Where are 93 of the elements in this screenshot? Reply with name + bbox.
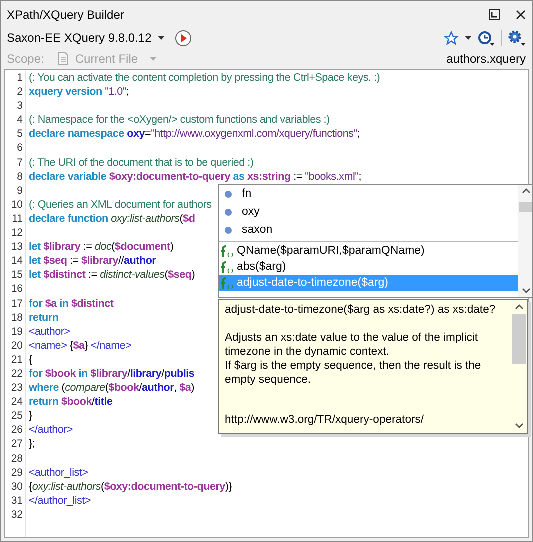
description-text: If $arg is the empty sequence, then the result is the empty sequence. [225,359,482,387]
line-number: 2 [16,85,24,100]
scroll-up-icon[interactable] [522,188,530,194]
code-line: xquery version "1.0"; [29,85,130,100]
function-icon [221,276,234,290]
function-icon [221,244,234,258]
document-icon [58,52,70,65]
line-number: 8 [16,170,24,184]
namespace-item[interactable]: saxon [219,221,518,239]
namespace-item[interactable]: fn [219,185,518,203]
function-item[interactable]: QName($paramURI,$paramQName) [219,243,518,259]
description-text: Adjusts an xs:date value to the value of the implicit timezone in the dynamic context. [225,331,480,359]
code-line: let $distinct := distinct-values($seq) [29,268,196,282]
line-number: 13 [10,240,24,254]
settings-icon[interactable] [508,30,526,46]
line-number: 30 [10,480,24,494]
function-signature: adjust-date-to-timezone($arg as xs:date?) as xs:date? [225,303,497,317]
namespace-item[interactable]: oxy [219,203,518,221]
line-number: 12 [10,226,24,240]
function-icon [221,260,234,274]
code-line: for $book in $library/library/publis [29,366,195,382]
line-number: 4 [16,113,24,128]
scroll-up-icon[interactable] [514,304,524,310]
line-number: 18 [10,310,24,325]
file-name: authors.xquery [446,52,526,66]
bullet-icon [225,190,232,198]
processor-dropdown[interactable]: Saxon-EE XQuery 9.8.0.12 [7,31,152,45]
code-line: (: The URI of the document that is to be queried :) [29,156,254,170]
close-button[interactable] [516,10,526,20]
code-line: <author> [29,324,70,339]
line-number: 9 [16,184,24,198]
scrollbar[interactable] [518,185,532,297]
caret-icon[interactable] [465,36,472,40]
code-line: </author_list> [29,494,91,508]
history-icon[interactable] [478,30,495,46]
line-number: 21 [10,352,24,367]
code-line: return [29,310,59,325]
code-line: where (compare($book/author, $a) [29,381,194,396]
line-number: 23 [10,381,24,396]
line-number: 27 [10,437,24,452]
line-number: 25 [10,409,24,424]
line-number: 10 [10,198,24,212]
scope-label: Scope: [7,52,44,66]
code-line: declare function oxy:list-authors($d [29,212,196,226]
window-title: XPath/XQuery Builder [7,8,124,22]
code-line: declare variable $oxy:document-to-query as xs:string := "books.xml"; [29,170,362,184]
line-number: 7 [16,156,24,170]
line-number: 22 [10,366,24,382]
line-number: 16 [10,282,24,296]
code-line: let $seq := $library//author [29,254,156,268]
line-number: 29 [10,466,24,480]
restore-button[interactable] [489,9,500,20]
scroll-down-icon[interactable] [522,288,530,294]
code-line: }; [29,437,36,452]
line-number: 26 [10,423,24,438]
scroll-down-icon[interactable] [514,423,524,429]
line-number: 32 [10,508,24,522]
line-number: 17 [10,296,24,311]
line-number: 1 [16,71,24,86]
line-number: 5 [16,127,24,142]
code-line: } [29,409,32,424]
code-editor[interactable] [4,69,529,538]
code-line: (: Namespace for the <oXygen/> custom functions and variables :) [29,113,330,128]
code-line: <author_list> [29,466,88,480]
function-item[interactable]: abs($arg) [219,259,518,275]
star-icon[interactable] [444,30,459,46]
line-number: 19 [10,324,24,339]
line-number: 11 [11,212,24,226]
line-number: 6 [16,141,24,156]
code-line: (: Queries an XML document for authors [29,198,212,212]
code-line: (: You can activate the content completion by pressing the Ctrl+Space keys. :) [29,71,380,86]
code-line: let $library := doc($document) [29,240,174,254]
line-number: 14 [10,254,24,268]
scrollbar-thumb[interactable] [519,202,532,212]
run-button[interactable] [174,30,192,46]
line-number: 3 [16,99,24,114]
line-number: 15 [10,268,24,282]
code-line: return $book/title [29,395,113,410]
bullet-icon [225,208,232,216]
line-number: 31 [10,494,24,508]
scrollbar-thumb[interactable] [512,314,526,364]
line-number: 24 [10,395,24,410]
code-line: </author> [29,423,73,438]
code-line: declare namespace oxy="http://www.oxygenxml.com/xquery/functions"; [29,127,360,142]
code-line: <name> {$a} </name> [29,338,132,353]
bullet-icon [225,226,232,234]
code-line: { [29,352,32,367]
line-number: 28 [10,452,24,466]
code-line: {oxy:list-authors($oxy:document-to-query)} [29,480,232,494]
line-number: 20 [10,338,24,353]
caret-icon[interactable] [158,36,165,40]
code-line: for $a in $distinct [29,296,114,311]
reference-link[interactable]: http://www.w3.org/TR/xquery-operators/ [225,413,505,427]
